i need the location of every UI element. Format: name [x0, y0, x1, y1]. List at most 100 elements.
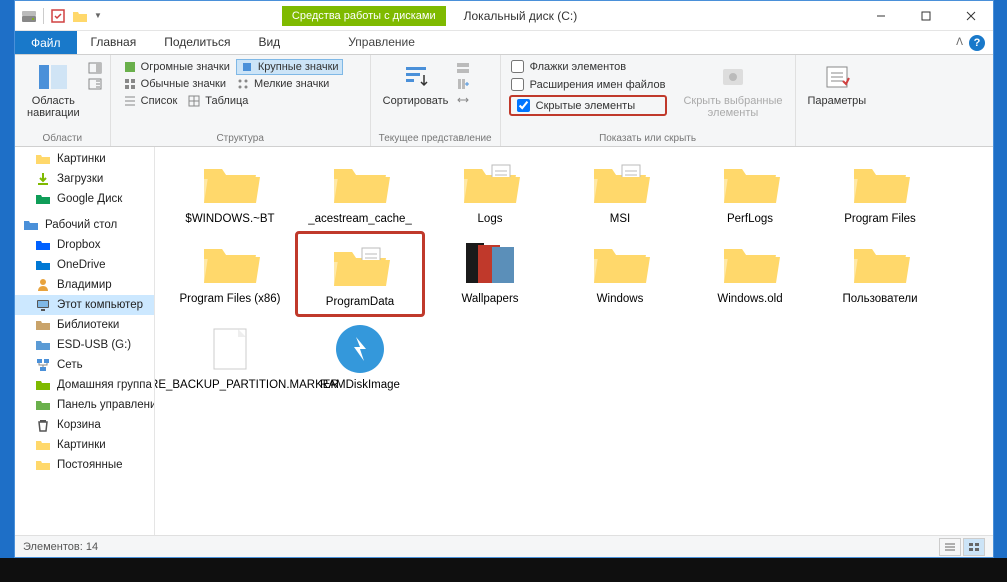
tree-item-label: Dropbox [57, 239, 100, 251]
help-icon[interactable]: ? [969, 35, 985, 51]
user-icon [35, 277, 51, 293]
tree-item-label: ESD-USB (G:) [57, 339, 131, 351]
ribbon: Область навигации Области Огромные значк… [15, 55, 993, 147]
statusbar: Элементов: 14 [15, 535, 993, 557]
group-by-icon[interactable] [456, 61, 470, 75]
hidden-items-toggle[interactable]: Скрытые элементы [515, 98, 662, 113]
tree-item[interactable]: Картинки [15, 149, 154, 169]
items-grid: $WINDOWS.~BT _acestream_cache_ Logs MSI Perf… [165, 151, 983, 397]
preview-pane-icon[interactable] [88, 61, 102, 75]
network-icon [35, 357, 51, 373]
tree-item[interactable]: Dropbox [15, 235, 154, 255]
folder-item[interactable]: $WINRE_BACKUP_PARTITION.MARKER [165, 317, 295, 397]
folder-yellow-icon [35, 437, 51, 453]
ribbon-help: ᐱ ? [956, 31, 993, 54]
large-icons-button[interactable]: Крупные значки [236, 59, 343, 75]
tree-item-label: OneDrive [57, 259, 106, 271]
tab-file[interactable]: Файл [15, 31, 77, 54]
library-icon [35, 317, 51, 333]
explorer-window: ▼ Средства работы с дисками Локальный ди… [14, 0, 994, 558]
tree-item[interactable]: Сеть [15, 355, 154, 375]
tree-item[interactable]: Корзина [15, 415, 154, 435]
tree-item[interactable]: Рабочий стол [15, 215, 154, 235]
folder-item[interactable]: _acestream_cache_ [295, 151, 425, 231]
options-button[interactable]: Параметры [804, 59, 871, 109]
navigation-tree[interactable]: Картинки Загрузки Google Диск Рабочий стол D… [15, 147, 155, 535]
folder-item[interactable]: Wallpapers [425, 231, 555, 317]
properties-icon[interactable] [50, 8, 66, 24]
tree-item-label: Рабочий стол [45, 219, 117, 231]
close-button[interactable] [948, 1, 993, 30]
folder-icon [588, 157, 652, 209]
tab-view[interactable]: Вид [244, 31, 294, 54]
size-columns-icon[interactable] [456, 93, 470, 107]
collapse-ribbon-icon[interactable]: ᐱ [956, 37, 963, 48]
tree-item-label: Google Диск [57, 193, 122, 205]
sort-button[interactable]: Сортировать [379, 59, 453, 109]
tab-share[interactable]: Поделиться [150, 31, 244, 54]
tree-item[interactable]: Панель управления [15, 395, 154, 415]
folder-item[interactable]: PerfLogs [685, 151, 815, 231]
tree-item[interactable]: Владимир [15, 275, 154, 295]
minimize-button[interactable] [858, 1, 903, 30]
folder-item[interactable]: Windows.old [685, 231, 815, 317]
ribbon-group-show-hide: Флажки элементов Расширения имен файлов … [501, 55, 796, 146]
sort-label: Сортировать [383, 95, 449, 107]
add-columns-icon[interactable] [456, 77, 470, 91]
body: Картинки Загрузки Google Диск Рабочий стол D… [15, 147, 993, 535]
folder-label: PerfLogs [727, 213, 773, 225]
folder-item[interactable]: Windows [555, 231, 685, 317]
normal-icons-button[interactable]: Обычные значки [119, 76, 230, 92]
table-button[interactable]: Таблица [183, 93, 252, 109]
small-icons-button[interactable]: Мелкие значки [232, 76, 333, 92]
drive-icon [21, 8, 37, 24]
details-view-toggle[interactable] [939, 538, 961, 556]
qat-dropdown-icon[interactable]: ▼ [94, 11, 102, 20]
tree-item-label: Домашняя группа [57, 379, 152, 391]
huge-icons-button[interactable]: Огромные значки [119, 59, 234, 75]
folder-item[interactable]: $WINDOWS.~BT [165, 151, 295, 231]
hide-selected-button: Скрыть выбранные элементы [679, 59, 786, 121]
tree-item-label: Владимир [57, 279, 112, 291]
folder-icon [718, 157, 782, 209]
tree-item[interactable]: Библиотеки [15, 315, 154, 335]
folder-item[interactable]: Program Files [815, 151, 945, 231]
tree-item[interactable]: Картинки [15, 435, 154, 455]
list-button[interactable]: Список [119, 93, 182, 109]
drive-icon [35, 337, 51, 353]
ribbon-group-panes-label: Области [23, 131, 102, 144]
item-checkboxes-toggle[interactable]: Флажки элементов [509, 59, 668, 74]
folder-item[interactable]: MSI [555, 151, 685, 231]
taskbar[interactable] [0, 558, 1007, 582]
folder-item[interactable]: Logs [425, 151, 555, 231]
maximize-button[interactable] [903, 1, 948, 30]
folder-item[interactable]: RAMDiskImage [295, 317, 425, 397]
content-area[interactable]: $WINDOWS.~BT _acestream_cache_ Logs MSI Perf… [155, 147, 993, 535]
window-title: Локальный диск (C:) [464, 9, 578, 23]
tree-item[interactable]: Этот компьютер [15, 295, 154, 315]
tree-item-label: Картинки [57, 153, 106, 165]
folder-item[interactable]: ProgramData [295, 231, 425, 317]
tab-home[interactable]: Главная [77, 31, 151, 54]
tree-item[interactable]: OneDrive [15, 255, 154, 275]
folder-label: _acestream_cache_ [308, 213, 412, 225]
details-pane-icon[interactable] [88, 77, 102, 91]
tree-item-label: Корзина [57, 419, 101, 431]
file-extensions-toggle[interactable]: Расширения имен файлов [509, 77, 668, 92]
navigation-pane-button[interactable]: Область навигации [23, 59, 84, 121]
tree-item[interactable]: Загрузки [15, 169, 154, 189]
tree-item[interactable]: Постоянные [15, 455, 154, 475]
folder-label: Пользователи [842, 293, 917, 305]
folder-item[interactable]: Program Files (x86) [165, 231, 295, 317]
tree-item[interactable]: ESD-USB (G:) [15, 335, 154, 355]
folder-item[interactable]: Пользователи [815, 231, 945, 317]
folder-label: Logs [478, 213, 503, 225]
tree-item[interactable]: Домашняя группа [15, 375, 154, 395]
dropbox-icon [35, 237, 51, 253]
onedrive-icon [35, 257, 51, 273]
tree-item[interactable]: Google Диск [15, 189, 154, 209]
tab-manage[interactable]: Управление [334, 31, 429, 54]
folder-icon[interactable] [72, 8, 88, 24]
recycle-icon [35, 417, 51, 433]
icons-view-toggle[interactable] [963, 538, 985, 556]
